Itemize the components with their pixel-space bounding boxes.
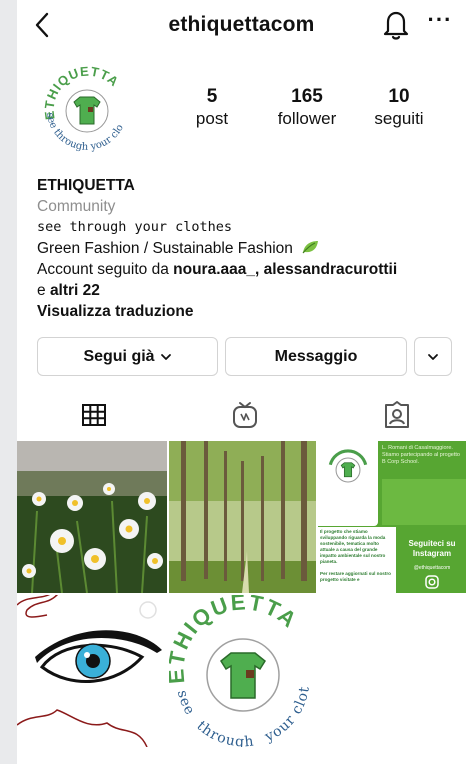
post-body-text: Il progetto che stiamo sviluppando rigua… bbox=[320, 529, 386, 564]
stat-posts-value: 5 bbox=[206, 86, 218, 107]
logo-post[interactable]: ETHIQUETTA see through your clothes bbox=[169, 595, 316, 747]
post-body2-text: Per restare aggiornati sul nostro proget… bbox=[320, 571, 391, 582]
profile-bio: ETHIQUETTA Community see through your cl… bbox=[37, 175, 462, 322]
instagram-profile-screen: ethiquettacom ··· ETHIQUETTA see through… bbox=[17, 0, 466, 764]
leaf-icon bbox=[302, 241, 319, 254]
stat-followers-label: follower bbox=[277, 109, 337, 128]
profile-avatar[interactable]: ETHIQUETTA see through your clothes bbox=[37, 61, 137, 161]
description-text: Green Fashion / Sustainable Fashion bbox=[37, 240, 293, 257]
following-button[interactable]: Segui già bbox=[37, 337, 218, 376]
stat-followers-value: 165 bbox=[291, 86, 323, 107]
eye-drawing-post[interactable] bbox=[17, 595, 167, 747]
logo-post-tagline-mid: through bbox=[193, 718, 255, 747]
translate-link[interactable]: Visualizza traduzione bbox=[37, 303, 193, 320]
profile-tagline: see through your clothes bbox=[37, 219, 233, 235]
tagged-icon[interactable] bbox=[381, 399, 413, 431]
profile-description: Green Fashion / Sustainable Fashion bbox=[37, 238, 462, 259]
followed-users[interactable]: noura.aaa_, alessandracurottii bbox=[173, 261, 397, 278]
more-horizontal-icon[interactable]: ··· bbox=[425, 8, 455, 38]
ethiquetta-logo: ETHIQUETTA see through your clothes bbox=[37, 61, 126, 153]
stat-following-label: seguiti bbox=[374, 109, 424, 128]
stat-following[interactable]: 10 seguiti bbox=[367, 86, 431, 130]
message-label: Messaggio bbox=[274, 347, 358, 365]
bell-icon[interactable] bbox=[382, 9, 410, 41]
followed-more[interactable]: altri 22 bbox=[50, 282, 100, 299]
followed-more-line[interactable]: e altri 22 bbox=[37, 280, 462, 301]
top-bar: ethiquettacom ··· bbox=[17, 0, 466, 52]
followed-and: e bbox=[37, 282, 50, 299]
chevron-down-icon bbox=[428, 353, 438, 360]
followed-by[interactable]: Account seguito da noura.aaa_, alessandr… bbox=[37, 259, 462, 280]
profile-tabs bbox=[17, 395, 466, 439]
profile-category[interactable]: Community bbox=[37, 196, 462, 217]
post-header-text: L. Romani di Casalmaggiore. Stiamo parte… bbox=[382, 445, 460, 465]
instagram-icon bbox=[425, 575, 439, 589]
grid-icon[interactable] bbox=[78, 399, 110, 431]
stat-following-value: 10 bbox=[388, 86, 410, 107]
message-button[interactable]: Messaggio bbox=[225, 337, 407, 376]
suggested-accounts-button[interactable] bbox=[414, 337, 452, 376]
following-label: Segui già bbox=[83, 347, 155, 365]
stat-followers[interactable]: 165 follower bbox=[267, 86, 347, 130]
daisies-photo[interactable] bbox=[17, 441, 167, 593]
post-cta: Seguiteci su Instagram bbox=[408, 539, 456, 558]
profile-name: ETHIQUETTA bbox=[37, 177, 135, 194]
logo-post-tagline-left: see bbox=[174, 689, 198, 719]
followed-prefix: Account seguito da bbox=[37, 261, 174, 278]
post-logo bbox=[328, 449, 368, 483]
stat-posts[interactable]: 5 post bbox=[192, 86, 232, 130]
posts-grid: L. Romani di Casalmaggiore. Stiamo parte… bbox=[17, 441, 466, 751]
chevron-down-icon bbox=[160, 353, 171, 360]
post-handle: @ethiquettacom bbox=[413, 565, 451, 571]
poplar-trees-photo[interactable] bbox=[169, 441, 316, 593]
stat-posts-label: post bbox=[195, 109, 229, 128]
igtv-icon[interactable] bbox=[229, 399, 261, 431]
b-corp-school-post[interactable]: L. Romani di Casalmaggiore. Stiamo parte… bbox=[318, 441, 466, 593]
